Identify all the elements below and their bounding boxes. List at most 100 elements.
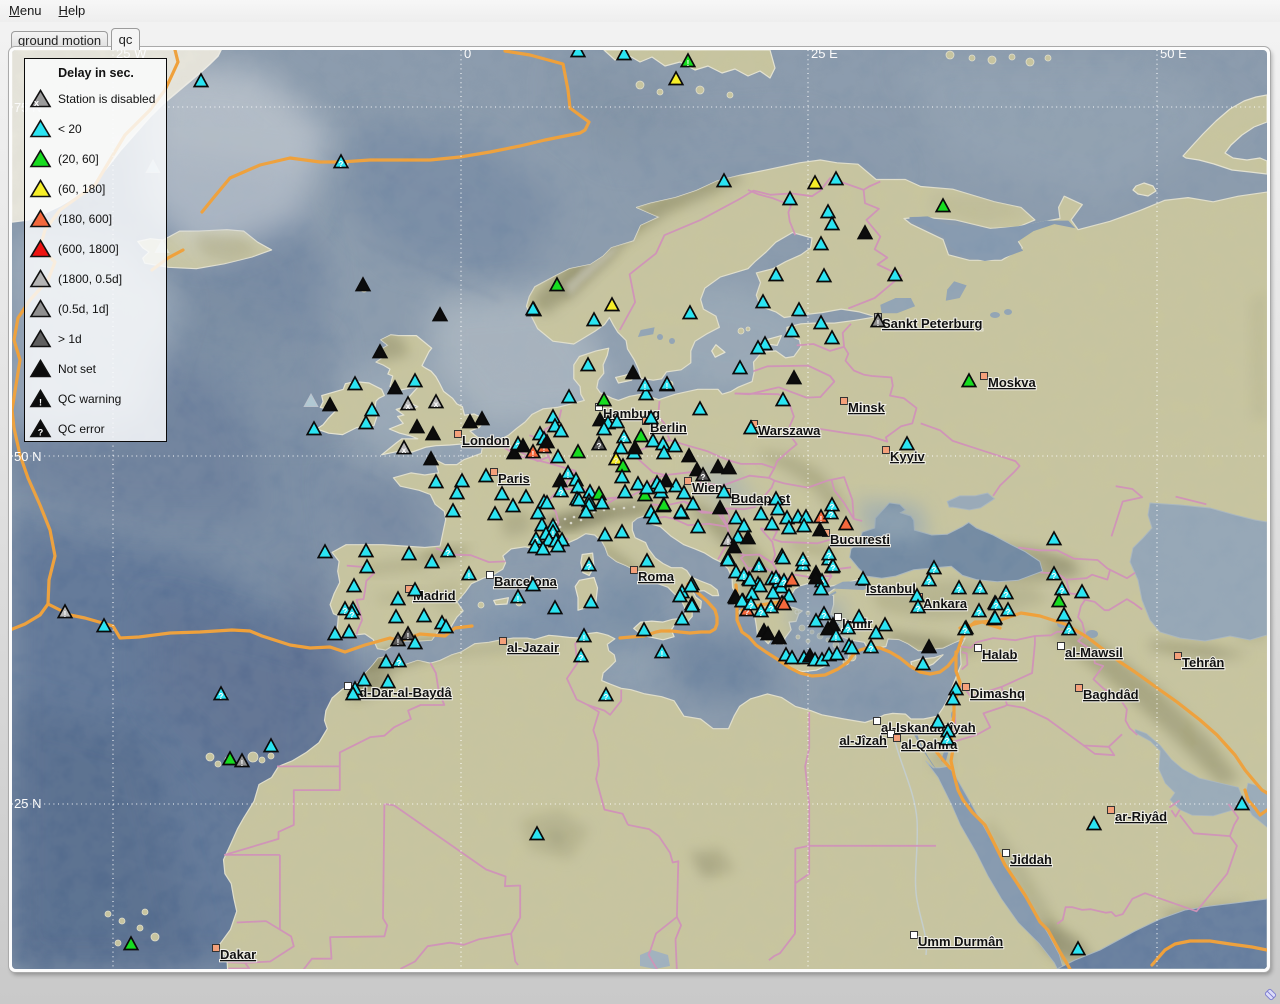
svg-text:?: ? (587, 563, 592, 572)
svg-text:?: ? (801, 558, 806, 567)
svg-text:Baghdâd: Baghdâd (1083, 687, 1139, 702)
svg-text:?: ? (829, 511, 834, 520)
svg-text:ad-Dar-al-Baydâ: ad-Dar-al-Baydâ (352, 685, 452, 700)
svg-text:Istanbul: Istanbul (866, 581, 916, 596)
svg-text:Moskva: Moskva (988, 375, 1036, 390)
svg-text:Wien: Wien (692, 480, 723, 495)
svg-text:Bucuresti: Bucuresti (830, 532, 890, 547)
svg-text:!: ! (39, 398, 42, 408)
svg-text:?: ? (932, 566, 937, 575)
svg-text:?: ? (916, 605, 921, 614)
svg-text:50 E: 50 E (1160, 50, 1187, 61)
svg-text:!: ! (727, 538, 730, 547)
svg-text:!: ! (241, 759, 244, 768)
svg-text:Delay in sec.: Delay in sec. (58, 66, 134, 80)
svg-text:!: ! (877, 319, 880, 328)
svg-text:Dimashq: Dimashq (970, 686, 1025, 701)
svg-text:(180, 600]: (180, 600] (58, 212, 112, 226)
svg-text:?: ? (1006, 608, 1011, 617)
svg-text:?: ? (1067, 627, 1072, 636)
svg-text:Not set: Not set (58, 362, 97, 376)
svg-text:!: ! (758, 564, 761, 573)
svg-text:!: ! (517, 595, 520, 604)
svg-text:?: ? (614, 457, 619, 466)
svg-text:!: ! (532, 450, 535, 459)
svg-text:?: ? (38, 428, 44, 438)
svg-text:Station is disabled: Station is disabled (58, 92, 155, 106)
svg-text:?: ? (579, 654, 584, 663)
svg-text:?: ? (1004, 591, 1009, 600)
svg-text:?: ? (597, 442, 602, 451)
svg-text:?: ? (831, 564, 836, 573)
svg-text:al-Iskandarîyah: al-Iskandarîyah (881, 720, 976, 735)
svg-text:?: ? (604, 693, 609, 702)
svg-text:!: ! (644, 383, 647, 392)
svg-text:?: ? (822, 612, 827, 621)
svg-text:?: ? (397, 659, 402, 668)
svg-text:?: ? (830, 503, 835, 512)
svg-text:x: x (34, 98, 39, 108)
svg-text:!: ! (835, 634, 838, 643)
svg-text:Minsk: Minsk (848, 400, 886, 415)
svg-text:?: ? (994, 602, 999, 611)
svg-text:Tehrân: Tehrân (1182, 655, 1224, 670)
svg-text:?: ? (827, 552, 832, 561)
svg-text:?: ? (978, 586, 983, 595)
svg-text:!: ! (583, 634, 586, 643)
svg-text:(600, 1800]: (600, 1800] (58, 242, 119, 256)
svg-text:!: ! (64, 610, 67, 619)
svg-text:Roma: Roma (638, 569, 675, 584)
svg-text:Paris: Paris (498, 471, 530, 486)
svg-text:?: ? (957, 586, 962, 595)
svg-text:(20, 60]: (20, 60] (58, 152, 99, 166)
svg-text:?: ? (701, 473, 706, 482)
svg-text:!: ! (687, 59, 690, 68)
svg-text:?: ? (219, 692, 224, 701)
svg-text:?: ? (963, 627, 968, 636)
svg-text:Warszawa: Warszawa (758, 423, 821, 438)
svg-text:QC error: QC error (58, 422, 105, 436)
svg-text:QC warning: QC warning (58, 392, 121, 406)
svg-text:?: ? (559, 489, 564, 498)
svg-text:?: ? (759, 609, 764, 618)
svg-text:25 N: 25 N (14, 796, 41, 811)
svg-text:!: ! (567, 471, 570, 480)
svg-text:< 20: < 20 (58, 122, 82, 136)
svg-text:!: ! (397, 638, 400, 647)
svg-text:x: x (434, 400, 439, 409)
svg-text:?: ? (350, 611, 355, 620)
svg-text:!: ! (661, 650, 664, 659)
svg-text:!: ! (407, 632, 410, 641)
svg-text:?: ? (769, 605, 774, 614)
svg-text:x: x (402, 446, 407, 455)
svg-text:!: ! (666, 382, 669, 391)
svg-text:Kyyiv: Kyyiv (890, 449, 925, 464)
svg-text:(60, 180]: (60, 180] (58, 182, 105, 196)
svg-text:?: ? (749, 602, 754, 611)
svg-text:al-Jîzah: al-Jîzah (839, 733, 887, 748)
svg-text:Umm Durmân: Umm Durmân (918, 934, 1003, 949)
svg-text:Jiddah: Jiddah (1010, 852, 1052, 867)
svg-text:?: ? (339, 160, 344, 169)
svg-text:Dakar: Dakar (220, 947, 256, 962)
svg-text:Sankt Peterburg: Sankt Peterburg (882, 316, 982, 331)
svg-text:(0.5d, 1d]: (0.5d, 1d] (58, 302, 109, 316)
svg-text:25 E: 25 E (811, 50, 838, 61)
svg-text:50 N: 50 N (14, 449, 41, 464)
svg-text:Ankara: Ankara (923, 596, 968, 611)
svg-text:?: ? (927, 578, 932, 587)
svg-text:?: ? (945, 737, 950, 746)
svg-text:?: ? (446, 549, 451, 558)
svg-text:ar-Riyâd: ar-Riyâd (1115, 809, 1167, 824)
svg-text:Barcelona: Barcelona (494, 574, 558, 589)
svg-text:Halab: Halab (982, 647, 1017, 662)
svg-text:x: x (406, 402, 411, 411)
svg-text:?: ? (846, 626, 851, 635)
svg-text:London: London (462, 433, 510, 448)
svg-text:?: ? (977, 609, 982, 618)
svg-text:> 1d: > 1d (58, 332, 82, 346)
svg-text:0: 0 (464, 50, 471, 61)
svg-text:!: ! (468, 572, 471, 581)
svg-text:al-Jazair: al-Jazair (507, 640, 559, 655)
svg-text:?: ? (1052, 572, 1057, 581)
